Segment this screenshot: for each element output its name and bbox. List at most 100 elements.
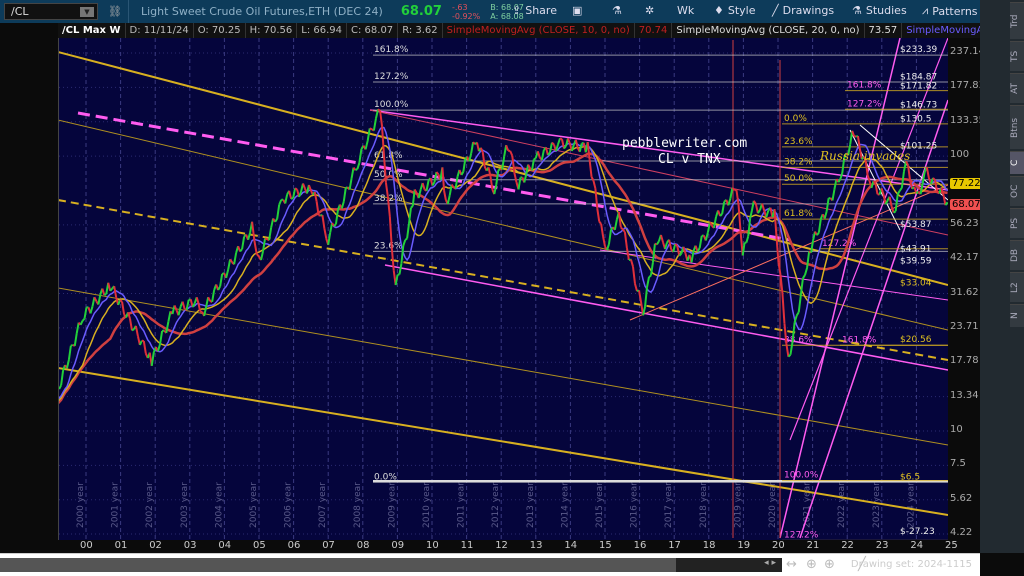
- chart-info-bar: /CL Max W D: 11/11/24 O: 70.25 H: 70.56 …: [58, 23, 1024, 38]
- info-low: L: 66.94: [297, 23, 348, 38]
- time-tick: 24: [910, 540, 924, 551]
- price-tick: 23.71: [950, 320, 979, 332]
- time-scrollbar[interactable]: ◂ ▸: [0, 558, 782, 572]
- scroll-arrows-icon[interactable]: ◂ ▸: [764, 558, 776, 568]
- time-tick: 04: [218, 540, 232, 551]
- side-tab-l2[interactable]: L2: [1010, 272, 1024, 302]
- side-tab-ts[interactable]: TS: [1010, 41, 1024, 71]
- time-tick: 08: [356, 540, 370, 551]
- side-tab-btns[interactable]: Btns: [1010, 105, 1024, 149]
- last-price: 68.07: [400, 4, 442, 19]
- expand-horizontal-icon[interactable]: ↔: [786, 557, 797, 572]
- side-tab-oc[interactable]: OC: [1010, 176, 1024, 206]
- info-range: R: 3.62: [398, 23, 443, 38]
- side-tab-n[interactable]: N: [1010, 304, 1024, 327]
- price-badge: 77.22: [950, 177, 983, 189]
- bottom-bar: ◂ ▸ ↔ ⊕ ⊕ ╱ Drawing set: 2024-1115: [0, 553, 980, 576]
- crosshair-icon[interactable]: ⊕: [806, 557, 817, 572]
- patterns-icon: ⩘: [922, 4, 929, 17]
- info-date: D: 11/11/24: [126, 23, 194, 38]
- info-open: O: 70.25: [194, 23, 246, 38]
- time-tick: 19: [737, 540, 751, 551]
- toolbar: /CL ▼ ⛓ Light Sweet Crude Oil Futures,ETH…: [0, 0, 1024, 23]
- time-tick: 00: [80, 540, 93, 551]
- symbol-input[interactable]: /CL ▼: [4, 3, 98, 20]
- time-tick: 21: [806, 540, 820, 551]
- price-tick: 7.5: [950, 458, 966, 470]
- info-high: H: 70.56: [246, 23, 298, 38]
- share-button[interactable]: ⇪ Share: [512, 4, 557, 17]
- price-tick: 4.22: [950, 527, 973, 538]
- price-axis[interactable]: 237.14 177.83 133.35 100 56.23 42.17 31.62 23.7…: [948, 38, 985, 540]
- timeframe-button[interactable]: Wk: [677, 4, 694, 17]
- info-close: C: 68.07: [347, 23, 399, 38]
- side-tab-trd[interactable]: Trd: [1010, 2, 1024, 39]
- price-tick: 56.23: [950, 217, 979, 229]
- time-tick: 20: [772, 540, 785, 551]
- patterns-button[interactable]: ⩘ Patterns: [922, 4, 978, 18]
- time-axis[interactable]: 00 01 02 03 04 05 06 07 08 09 10 11 12 13 14 15 16 17 18 19…: [58, 540, 958, 553]
- time-tick: 25: [945, 540, 958, 551]
- flask-button[interactable]: ⚗: [612, 4, 622, 17]
- side-tab-c[interactable]: C: [1010, 151, 1024, 174]
- zoom-icon[interactable]: ⊕: [824, 557, 835, 572]
- style-button[interactable]: ♦ Style: [714, 4, 756, 17]
- price-tick: 42.17: [950, 252, 979, 264]
- link-icon[interactable]: ⛓: [108, 5, 122, 18]
- price-tick: 5.62: [950, 492, 973, 504]
- time-tick: 01: [114, 540, 128, 551]
- flask-icon: ⚗: [612, 4, 622, 17]
- side-tab-ps[interactable]: PS: [1010, 208, 1024, 238]
- candle-icon: ♦: [714, 4, 724, 17]
- share-icon: ⇪: [512, 4, 522, 17]
- net-change: -.63 -0.92%: [452, 3, 480, 21]
- studies-button[interactable]: ⚗ Studies: [852, 4, 907, 17]
- time-tick: 05: [253, 540, 266, 551]
- chart-plot-area[interactable]: [58, 38, 948, 540]
- symbol-value: /CL: [11, 5, 29, 18]
- style-label: Style: [727, 4, 756, 17]
- side-tab-at[interactable]: AT: [1010, 73, 1024, 103]
- time-tick: 14: [564, 540, 578, 551]
- side-tab-db[interactable]: DB: [1010, 240, 1024, 270]
- settings-button[interactable]: ✲: [645, 4, 654, 17]
- time-tick: 16: [633, 540, 647, 551]
- share-label: Share: [525, 4, 557, 17]
- time-tick: 12: [495, 540, 508, 551]
- timeframe-label: Wk: [677, 4, 695, 17]
- price-tick: 13.34: [950, 389, 979, 401]
- price-tick: 10: [950, 423, 963, 435]
- price-tick: 31.62: [950, 286, 979, 298]
- alert-icon: ▣: [572, 4, 583, 17]
- time-tick: 18: [702, 540, 716, 551]
- drawing-set-label[interactable]: Drawing set: 2024-1115: [851, 559, 972, 570]
- pencil-line-icon: ╱: [772, 4, 779, 17]
- sma20-value: 73.57: [865, 23, 903, 38]
- flask-icon: ⚗: [852, 4, 862, 17]
- patterns-label: Patterns: [932, 4, 978, 18]
- time-tick: 11: [460, 540, 474, 551]
- drawings-label: Drawings: [782, 4, 835, 17]
- price-tick: 100: [950, 149, 970, 161]
- chevron-down-icon[interactable]: ▼: [80, 7, 94, 17]
- time-tick: 17: [668, 540, 681, 551]
- symbol-description: Light Sweet Crude Oil Futures,ETH (DEC 2…: [140, 5, 383, 18]
- time-tick: 15: [599, 540, 612, 551]
- time-tick: 22: [841, 540, 854, 551]
- time-tick: 06: [287, 540, 301, 551]
- drawings-button[interactable]: ╱ Drawings: [772, 4, 834, 17]
- sma10-value: 70.74: [635, 23, 673, 38]
- time-tick: 23: [875, 540, 889, 551]
- sma20-label[interactable]: SimpleMovingAvg (CLOSE, 20, 0, no): [672, 23, 865, 38]
- time-tick: 03: [183, 540, 197, 551]
- price-tick: 17.78: [950, 355, 979, 367]
- side-tabs: Trd TS AT Btns C OC PS DB L2 N: [980, 0, 1024, 553]
- studies-label: Studies: [865, 4, 907, 17]
- time-tick: 02: [149, 540, 162, 551]
- alerts-button[interactable]: ▣: [572, 4, 582, 17]
- time-tick: 10: [426, 540, 439, 551]
- scrollbar-thumb[interactable]: [0, 558, 676, 572]
- left-gutter: [0, 23, 58, 553]
- chart-title: /CL Max W: [58, 23, 126, 38]
- sma10-label[interactable]: SimpleMovingAvg (CLOSE, 10, 0, no): [443, 23, 635, 38]
